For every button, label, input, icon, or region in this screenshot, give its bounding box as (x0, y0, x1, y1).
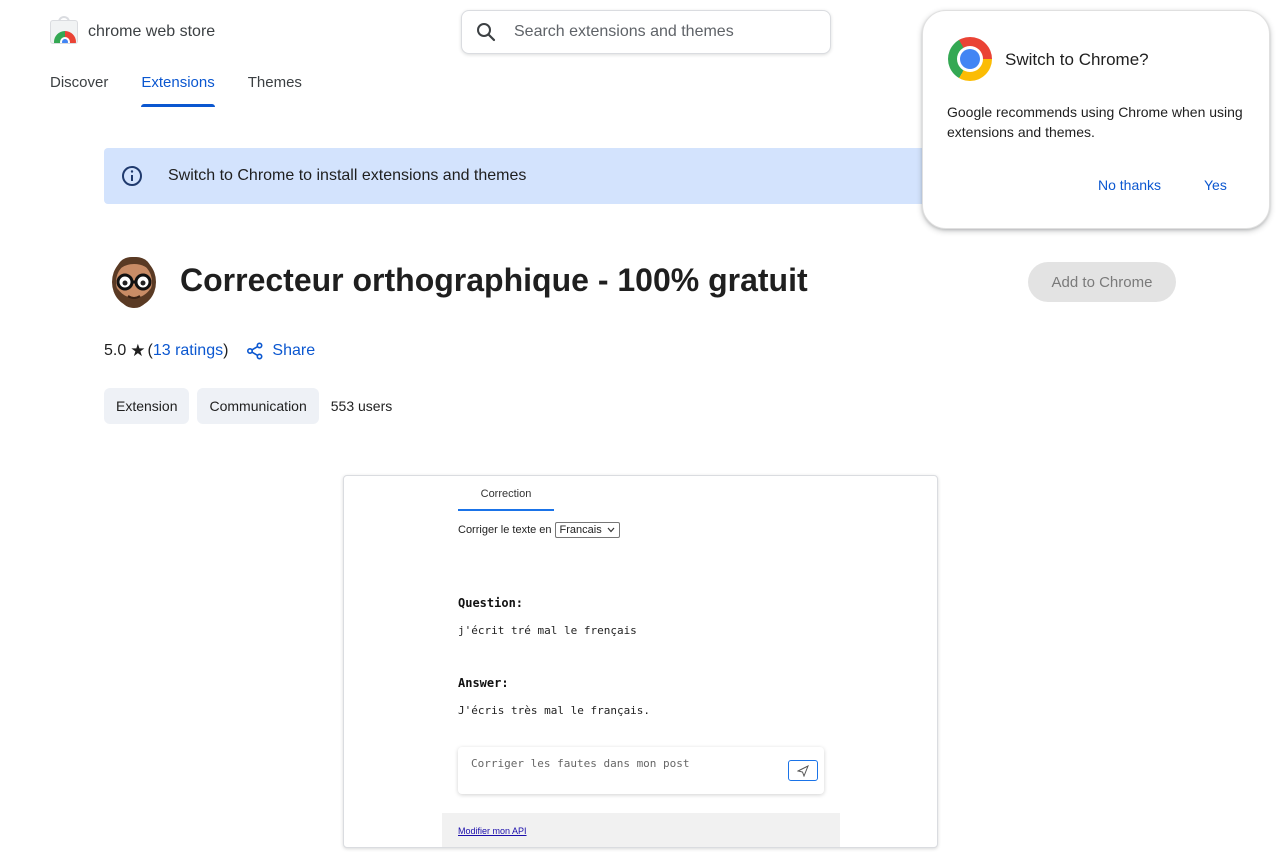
rating-value: 5.0 (104, 342, 127, 359)
screenshot-language-select: Francais (554, 522, 620, 538)
chrome-logo-icon (948, 37, 992, 81)
screenshot-question-label: Question: (458, 596, 524, 610)
screenshot-footer-link: Modifier mon API (458, 826, 527, 836)
extension-screenshot[interactable]: Correction Corriger le texte en Francais… (343, 475, 938, 848)
extension-title: Correcteur orthographique - 100% gratuit (180, 262, 808, 298)
nav-extensions[interactable]: Extensions (141, 74, 216, 107)
banner-text: Switch to Chrome to install extensions a… (168, 167, 527, 184)
ratings-link[interactable]: 13 ratings (153, 342, 223, 360)
screenshot-input-box: Corriger les fautes dans mon post (458, 747, 824, 794)
share-icon (247, 342, 263, 360)
screenshot-input-placeholder: Corriger les fautes dans mon post (471, 757, 690, 770)
star-icon: ★ (130, 341, 146, 360)
screenshot-answer-text: J'écris très mal le français. (458, 704, 651, 717)
share-label: Share (272, 342, 316, 359)
no-thanks-button[interactable]: No thanks (1098, 177, 1161, 193)
switch-to-chrome-dialog: Switch to Chrome? Google recommends usin… (922, 10, 1270, 229)
screenshot-tab-correction: Correction (458, 488, 554, 511)
yes-button[interactable]: Yes (1204, 177, 1227, 193)
info-icon (122, 166, 142, 186)
screenshot-language-value: Francais (559, 524, 602, 536)
store-logo-link[interactable]: chrome web store (50, 16, 216, 46)
screenshot-footer: Modifier mon API (442, 813, 840, 847)
chrome-web-store-logo-icon (50, 16, 78, 46)
chip-communication[interactable]: Communication (197, 388, 319, 424)
dialog-body: Google recommends using Chrome when usin… (947, 104, 1243, 140)
extension-avatar-icon (112, 256, 156, 308)
chevron-down-icon (607, 527, 615, 533)
add-to-chrome-button[interactable]: Add to Chrome (1028, 262, 1176, 302)
user-count: 553 users (330, 398, 393, 414)
store-name: chrome web store (88, 23, 216, 40)
search-box[interactable] (461, 10, 831, 54)
screenshot-language-row: Corriger le texte en Francais (458, 522, 620, 538)
nav-discover[interactable]: Discover (50, 74, 108, 101)
search-input[interactable] (514, 23, 814, 41)
rating-row: 5.0 ★ ( 13 ratings ) Share (104, 341, 315, 361)
main-nav: Discover Extensions Themes (50, 74, 302, 107)
send-icon (788, 760, 818, 781)
ratings-close-paren: ) (223, 342, 229, 359)
chip-extension[interactable]: Extension (104, 388, 190, 424)
screenshot-answer-label: Answer: (458, 676, 509, 690)
share-button[interactable]: Share (246, 342, 315, 360)
switch-to-chrome-banner: Switch to Chrome to install extensions a… (104, 148, 934, 204)
search-icon (477, 23, 496, 42)
tag-row: Extension Communication 553 users (104, 388, 392, 424)
nav-themes[interactable]: Themes (248, 74, 302, 101)
screenshot-question-text: j'écrit tré mal le frençais (458, 624, 637, 637)
screenshot-language-label: Corriger le texte en (458, 524, 552, 536)
dialog-title: Switch to Chrome? (1005, 50, 1149, 69)
